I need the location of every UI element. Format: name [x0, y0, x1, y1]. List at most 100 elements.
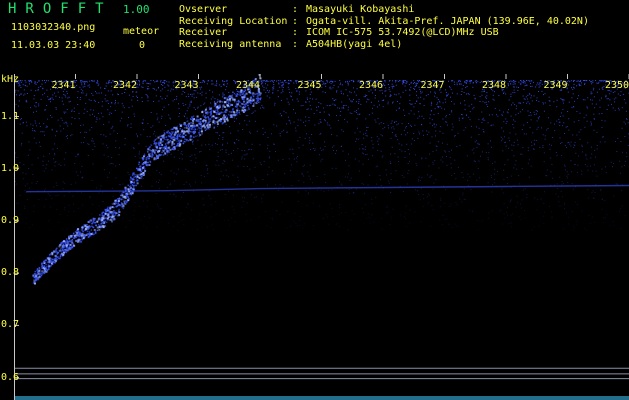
noise-speck [544, 93, 546, 95]
noise-speck [196, 135, 198, 137]
noise-speck [63, 158, 65, 160]
noise-speck [593, 96, 595, 98]
noise-speck [473, 94, 475, 96]
noise-speck [308, 137, 310, 139]
noise-speck [38, 86, 40, 88]
noise-speck [444, 108, 445, 110]
noise-speck [117, 132, 118, 134]
trace-dot [66, 240, 69, 242]
noise-speck [340, 90, 342, 92]
noise-speck [426, 130, 428, 132]
noise-speck [466, 93, 467, 95]
noise-speck [271, 170, 273, 172]
noise-speck [73, 111, 75, 112]
noise-speck [430, 104, 432, 106]
trace-dot [73, 234, 76, 237]
noise-speck [590, 124, 592, 126]
noise-speck [105, 100, 107, 102]
trace-dot [78, 234, 80, 237]
trace-dot [113, 206, 115, 209]
noise-speck [622, 151, 623, 153]
trace-dot [39, 275, 42, 278]
noise-speck [226, 80, 228, 82]
trace-dot [106, 219, 109, 221]
noise-speck [216, 81, 217, 83]
noise-speck [508, 81, 510, 82]
noise-speck [273, 86, 275, 88]
noise-speck [343, 93, 344, 95]
trace-dot [143, 168, 146, 170]
noise-speck [523, 189, 524, 191]
noise-speck [468, 93, 470, 95]
noise-speck [405, 127, 407, 129]
trace-dot [138, 176, 141, 179]
trace-dot [176, 134, 179, 136]
trace-dot [150, 144, 152, 146]
noise-speck [315, 98, 317, 100]
trace-dot [238, 109, 241, 112]
noise-speck [286, 131, 288, 133]
noise-speck [566, 126, 568, 128]
noise-speck [572, 88, 574, 90]
noise-speck [324, 92, 326, 94]
noise-speck [66, 108, 68, 110]
noise-speck [241, 107, 243, 109]
noise-speck [217, 132, 218, 134]
noise-speck [132, 214, 134, 216]
noise-speck [62, 90, 64, 92]
noise-speck [293, 82, 295, 84]
noise-speck [363, 137, 365, 139]
noise-speck [184, 92, 186, 93]
noise-speck [451, 110, 453, 112]
noise-speck [390, 191, 392, 193]
trace-dot [208, 118, 210, 120]
noise-speck [216, 83, 218, 85]
noise-speck [67, 215, 69, 217]
noise-speck [455, 201, 457, 203]
noise-speck [529, 93, 531, 95]
trace-dot [141, 169, 143, 171]
noise-speck [160, 80, 162, 82]
noise-speck [512, 92, 514, 94]
noise-speck [160, 96, 162, 98]
noise-speck [309, 104, 311, 106]
noise-speck [350, 177, 352, 179]
noise-speck [57, 91, 59, 93]
trace-dot [236, 111, 238, 114]
noise-speck [375, 121, 377, 123]
noise-speck [193, 97, 195, 99]
noise-speck [513, 141, 515, 143]
noise-speck [394, 121, 395, 123]
noise-speck [105, 135, 107, 137]
noise-speck [427, 93, 429, 95]
noise-speck [484, 90, 485, 92]
noise-speck [170, 88, 172, 90]
info-value: Masayuki Kobayashi [306, 4, 415, 15]
noise-speck [91, 80, 93, 82]
noise-speck [508, 85, 509, 87]
noise-speck [32, 124, 34, 126]
noise-speck [433, 182, 435, 184]
noise-speck [205, 211, 207, 213]
noise-speck [309, 97, 311, 99]
trace-dot [96, 220, 99, 223]
noise-speck [410, 103, 412, 105]
noise-speck [254, 166, 256, 168]
noise-speck [323, 111, 325, 113]
noise-speck [463, 188, 465, 189]
noise-speck [68, 211, 70, 213]
noise-speck [219, 135, 221, 136]
noise-speck [65, 111, 67, 113]
noise-speck [398, 93, 400, 95]
noise-speck [435, 179, 437, 181]
trace-dot [171, 137, 173, 140]
trace-dot [54, 260, 57, 263]
noise-speck [32, 130, 34, 132]
noise-speck [316, 109, 318, 111]
trace-dot [229, 99, 232, 102]
trace-dot [130, 192, 133, 195]
trace-dot [141, 166, 144, 169]
noise-speck [261, 197, 262, 199]
noise-speck [363, 96, 365, 98]
noise-speck [49, 98, 50, 100]
